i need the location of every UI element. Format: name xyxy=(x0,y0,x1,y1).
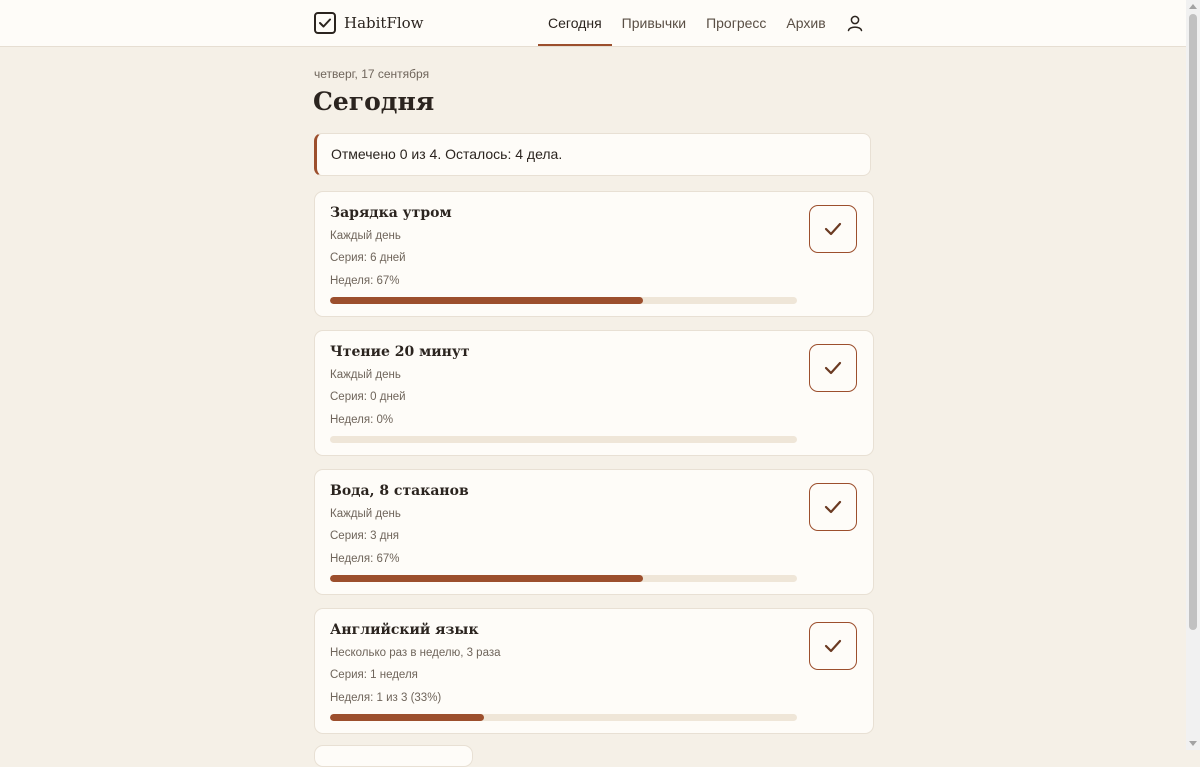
habit-name: Английский язык xyxy=(330,622,479,638)
habit-list: Зарядка утром Каждый день Серия: 6 дней … xyxy=(314,191,874,747)
mark-done-button[interactable] xyxy=(809,483,857,531)
check-icon xyxy=(824,361,842,375)
habit-name: Чтение 20 минут xyxy=(330,344,470,360)
main-nav: Сегодня Привычки Прогресс Архив xyxy=(538,0,836,46)
app-logo[interactable]: HabitFlow xyxy=(314,12,424,34)
mark-done-button[interactable] xyxy=(809,622,857,670)
habit-week-progress: Неделя: 67% xyxy=(330,275,400,287)
checkbox-logo-icon xyxy=(314,12,336,34)
mark-done-button[interactable] xyxy=(809,344,857,392)
habit-progress-fill xyxy=(330,714,485,721)
habit-name: Вода, 8 стаканов xyxy=(330,483,469,499)
habit-frequency: Несколько раз в неделю, 3 раза xyxy=(330,647,501,659)
habit-name: Зарядка утром xyxy=(330,205,452,221)
habit-streak: Серия: 0 дней xyxy=(330,391,406,403)
habit-frequency: Каждый день xyxy=(330,369,401,381)
habit-streak: Серия: 3 дня xyxy=(330,530,400,542)
habit-week-progress: Неделя: 0% xyxy=(330,414,394,426)
check-icon xyxy=(824,639,842,653)
habit-card: Зарядка утром Каждый день Серия: 6 дней … xyxy=(314,191,874,317)
check-icon xyxy=(824,222,842,236)
habit-progress-fill xyxy=(330,575,643,582)
habit-progress-bar xyxy=(330,575,797,582)
scrollbar-thumb[interactable] xyxy=(1189,14,1197,630)
habit-streak: Серия: 6 дней xyxy=(330,252,406,264)
habit-progress-bar xyxy=(330,714,797,721)
habit-streak: Серия: 1 неделя xyxy=(330,669,418,681)
check-icon xyxy=(824,500,842,514)
tab-progress[interactable]: Прогресс xyxy=(696,0,776,46)
mark-done-button[interactable] xyxy=(809,205,857,253)
scroll-up-arrow-icon[interactable] xyxy=(1189,4,1197,9)
scroll-down-arrow-icon[interactable] xyxy=(1189,741,1197,746)
habit-card: Английский язык Несколько раз в неделю, … xyxy=(314,608,874,734)
habit-card: Вода, 8 стаканов Каждый день Серия: 3 дн… xyxy=(314,469,874,595)
top-bar: HabitFlow Сегодня Привычки Прогресс Архи… xyxy=(0,0,1186,47)
habit-progress-bar xyxy=(330,436,797,443)
app-name: HabitFlow xyxy=(344,14,424,32)
habit-week-progress: Неделя: 1 из 3 (33%) xyxy=(330,692,442,704)
tab-today[interactable]: Сегодня xyxy=(538,0,612,46)
user-icon[interactable] xyxy=(845,13,865,33)
page-title: Сегодня xyxy=(313,87,435,116)
habit-progress-bar xyxy=(330,297,797,304)
habit-card: Чтение 20 минут Каждый день Серия: 0 дне… xyxy=(314,330,874,456)
habit-week-progress: Неделя: 67% xyxy=(330,553,400,565)
progress-summary: Отмечено 0 из 4. Осталось: 4 дела. xyxy=(314,133,871,176)
current-date: четверг, 17 сентября xyxy=(314,67,430,81)
more-content-peek xyxy=(314,745,473,767)
tab-habits[interactable]: Привычки xyxy=(612,0,696,46)
habit-frequency: Каждый день xyxy=(330,508,401,520)
tab-archive[interactable]: Архив xyxy=(776,0,835,46)
habit-progress-fill xyxy=(330,297,643,304)
page-scrollbar[interactable] xyxy=(1186,0,1200,750)
habit-frequency: Каждый день xyxy=(330,230,401,242)
